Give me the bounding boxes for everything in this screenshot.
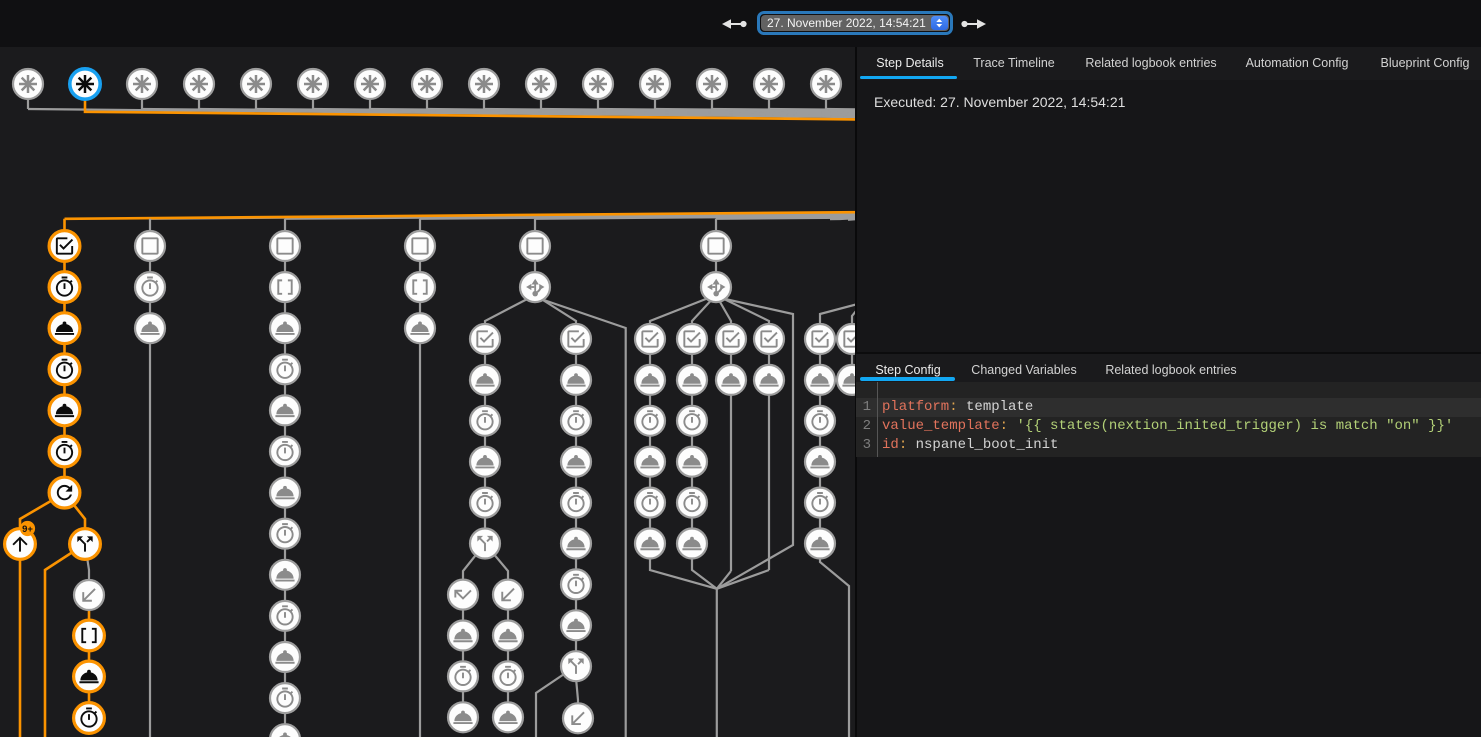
svg-text:9+: 9+	[22, 524, 33, 535]
